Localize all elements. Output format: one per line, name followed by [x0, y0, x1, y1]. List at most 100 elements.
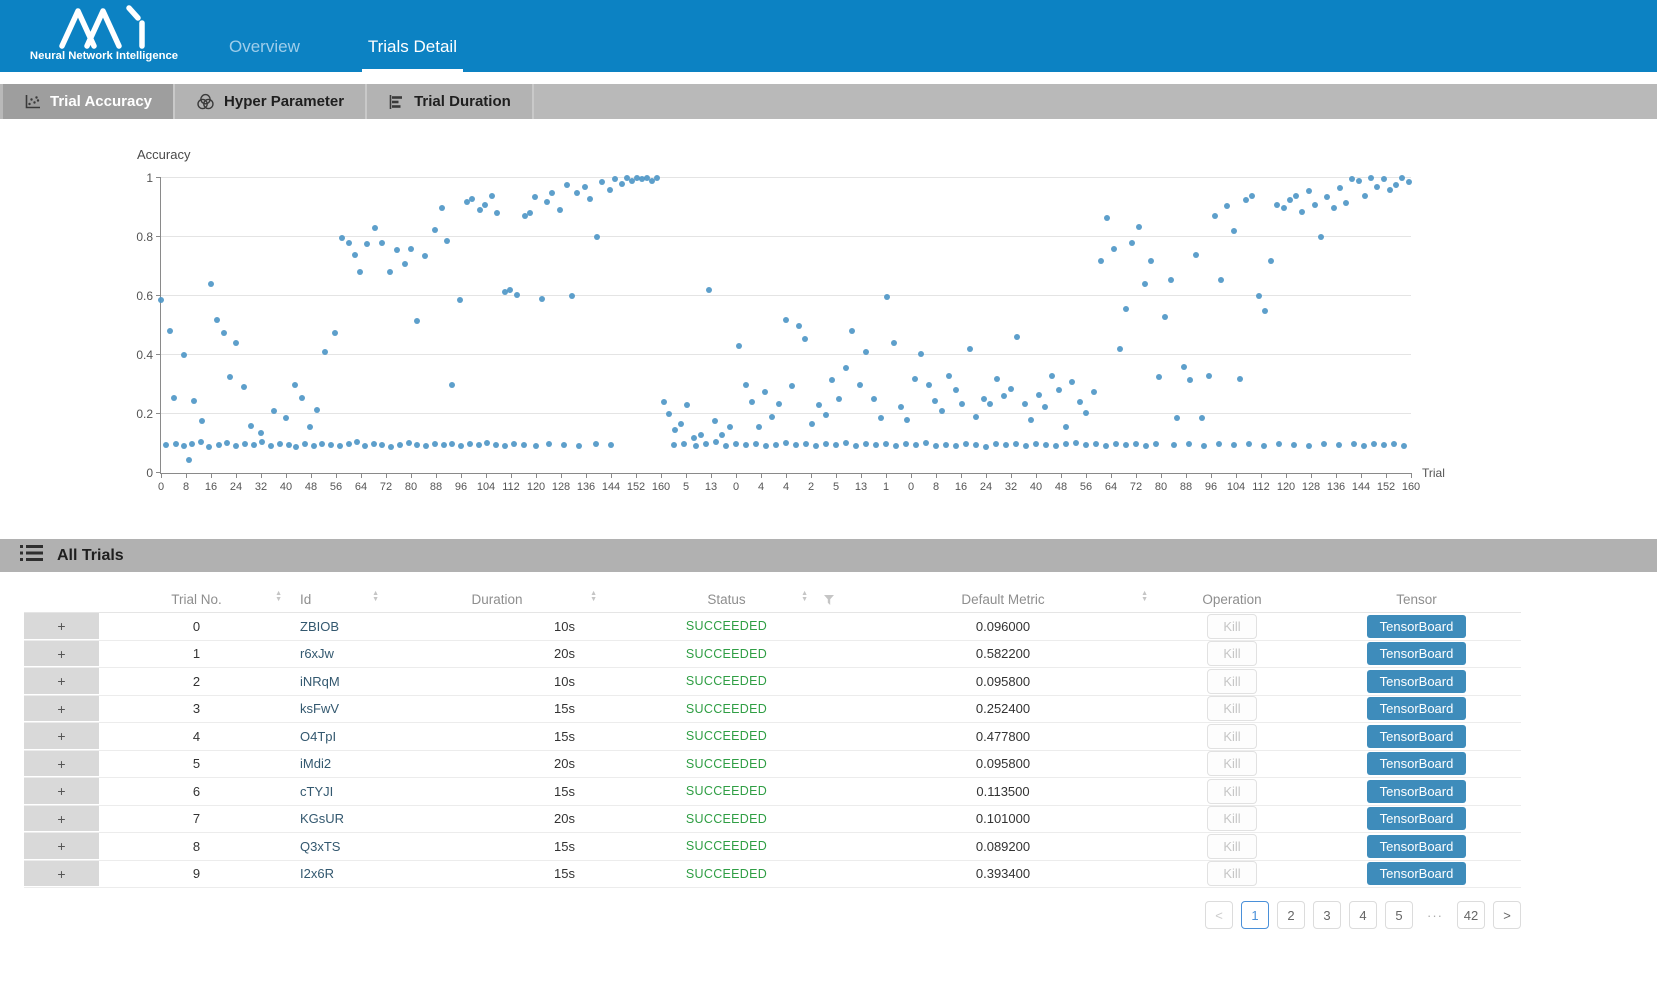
- scatter-point: [1113, 441, 1119, 447]
- trial-no-cell: 3: [99, 696, 294, 723]
- tensorboard-button[interactable]: TensorBoard: [1367, 780, 1467, 803]
- tensorboard-button[interactable]: TensorBoard: [1367, 862, 1467, 885]
- scatter-point: [507, 287, 513, 293]
- scatter-point: [981, 396, 987, 402]
- prev-page-button[interactable]: <: [1205, 901, 1233, 929]
- tensorboard-button[interactable]: TensorBoard: [1367, 807, 1467, 830]
- tensorboard-button[interactable]: TensorBoard: [1367, 752, 1467, 775]
- scatter-point: [749, 399, 755, 405]
- tensorboard-button[interactable]: TensorBoard: [1367, 642, 1467, 665]
- operation-cell: Kill: [1152, 723, 1312, 750]
- x-tick-label: 5: [683, 481, 689, 493]
- kill-button[interactable]: Kill: [1207, 779, 1256, 804]
- scatter-point: [458, 443, 464, 449]
- expander-button[interactable]: +: [24, 641, 99, 668]
- x-tick-mark: [1136, 473, 1137, 478]
- scatter-point: [1368, 175, 1374, 181]
- sort-icon[interactable]: ▲▼: [372, 591, 379, 602]
- expander-button[interactable]: +: [24, 668, 99, 695]
- tab-label: Trial Duration: [414, 93, 511, 110]
- kill-button[interactable]: Kill: [1207, 614, 1256, 639]
- id-cell: ksFwV: [294, 696, 419, 723]
- kill-button[interactable]: Kill: [1207, 834, 1256, 859]
- scatter-point: [903, 441, 909, 447]
- filter-icon[interactable]: [824, 595, 834, 605]
- x-tick-label: 4: [783, 481, 789, 493]
- scatter-point: [1174, 415, 1180, 421]
- x-tick-mark: [286, 473, 287, 478]
- col-header-trial-no: Trial No.▲▼: [99, 586, 294, 612]
- x-tick-label: 72: [380, 481, 392, 493]
- page-button-3[interactable]: 3: [1313, 901, 1341, 929]
- next-page-button[interactable]: >: [1493, 901, 1521, 929]
- scatter-point: [1331, 205, 1337, 211]
- nav-trials-detail[interactable]: Trials Detail: [362, 37, 463, 72]
- default-metric-cell: 0.252400: [854, 696, 1152, 723]
- scatter-point: [332, 330, 338, 336]
- scatter-point: [1168, 277, 1174, 283]
- scatter-point: [1276, 441, 1282, 447]
- expander-button[interactable]: +: [24, 613, 99, 640]
- scatter-point: [1063, 424, 1069, 430]
- y-tick-mark: [156, 413, 161, 414]
- nav-overview[interactable]: Overview: [223, 37, 306, 72]
- tab-trial-duration[interactable]: Trial Duration: [367, 84, 534, 119]
- col-header-label: Default Metric: [961, 592, 1044, 607]
- expander-button[interactable]: +: [24, 861, 99, 888]
- scatter-point: [1186, 441, 1192, 447]
- sort-icon[interactable]: ▲▼: [801, 591, 808, 602]
- kill-button[interactable]: Kill: [1207, 669, 1256, 694]
- col-header-label: Operation: [1202, 592, 1261, 607]
- scatter-point: [796, 323, 802, 329]
- expander-button[interactable]: +: [24, 751, 99, 778]
- tensorboard-button[interactable]: TensorBoard: [1367, 670, 1467, 693]
- page-button-2[interactable]: 2: [1277, 901, 1305, 929]
- sort-icon[interactable]: ▲▼: [275, 591, 282, 602]
- tensorboard-button[interactable]: TensorBoard: [1367, 615, 1467, 638]
- page-button-5[interactable]: 5: [1385, 901, 1413, 929]
- expander-button[interactable]: +: [24, 833, 99, 860]
- expander-button[interactable]: +: [24, 806, 99, 833]
- tensorboard-button[interactable]: TensorBoard: [1367, 835, 1467, 858]
- scatter-point: [943, 442, 949, 448]
- kill-button[interactable]: Kill: [1207, 861, 1256, 886]
- scatter-point: [1117, 346, 1123, 352]
- x-tick-label: 80: [1155, 481, 1167, 493]
- page-button-42[interactable]: 42: [1457, 901, 1485, 929]
- tensorboard-button[interactable]: TensorBoard: [1367, 697, 1467, 720]
- scatter-point: [482, 202, 488, 208]
- scatter-point: [619, 181, 625, 187]
- x-tick-mark: [536, 473, 537, 478]
- trial-accuracy-chart: Accuracy 00.20.40.60.8108162432404856647…: [0, 119, 1657, 539]
- x-tick-mark: [1336, 473, 1337, 478]
- page-button-1[interactable]: 1: [1241, 901, 1269, 929]
- tab-hyper-parameter[interactable]: Hyper Parameter: [175, 84, 367, 119]
- x-tick-mark: [1086, 473, 1087, 478]
- scatter-point: [912, 376, 918, 382]
- table-row: +9I2x6R15sSUCCEEDED0.393400KillTensorBoa…: [24, 861, 1521, 889]
- scatter-point: [233, 340, 239, 346]
- kill-button[interactable]: Kill: [1207, 641, 1256, 666]
- expander-button[interactable]: +: [24, 778, 99, 805]
- tensor-cell: TensorBoard: [1312, 723, 1521, 750]
- scatter-point: [311, 443, 317, 449]
- sort-icon[interactable]: ▲▼: [1141, 591, 1148, 602]
- scatter-point: [891, 340, 897, 346]
- scatter-point: [1374, 184, 1380, 190]
- expander-button[interactable]: +: [24, 696, 99, 723]
- kill-button[interactable]: Kill: [1207, 696, 1256, 721]
- kill-button[interactable]: Kill: [1207, 724, 1256, 749]
- scatter-point: [549, 190, 555, 196]
- tensorboard-button[interactable]: TensorBoard: [1367, 725, 1467, 748]
- page-button-4[interactable]: 4: [1349, 901, 1377, 929]
- scatter-point: [379, 240, 385, 246]
- sort-icon[interactable]: ▲▼: [590, 591, 597, 602]
- scatter-point: [963, 441, 969, 447]
- x-tick-label: 128: [1302, 481, 1320, 493]
- tab-trial-accuracy[interactable]: Trial Accuracy: [3, 84, 175, 119]
- kill-button[interactable]: Kill: [1207, 806, 1256, 831]
- x-tick-label: 136: [1327, 481, 1345, 493]
- expander-button[interactable]: +: [24, 723, 99, 750]
- kill-button[interactable]: Kill: [1207, 751, 1256, 776]
- x-tick-mark: [1361, 473, 1362, 478]
